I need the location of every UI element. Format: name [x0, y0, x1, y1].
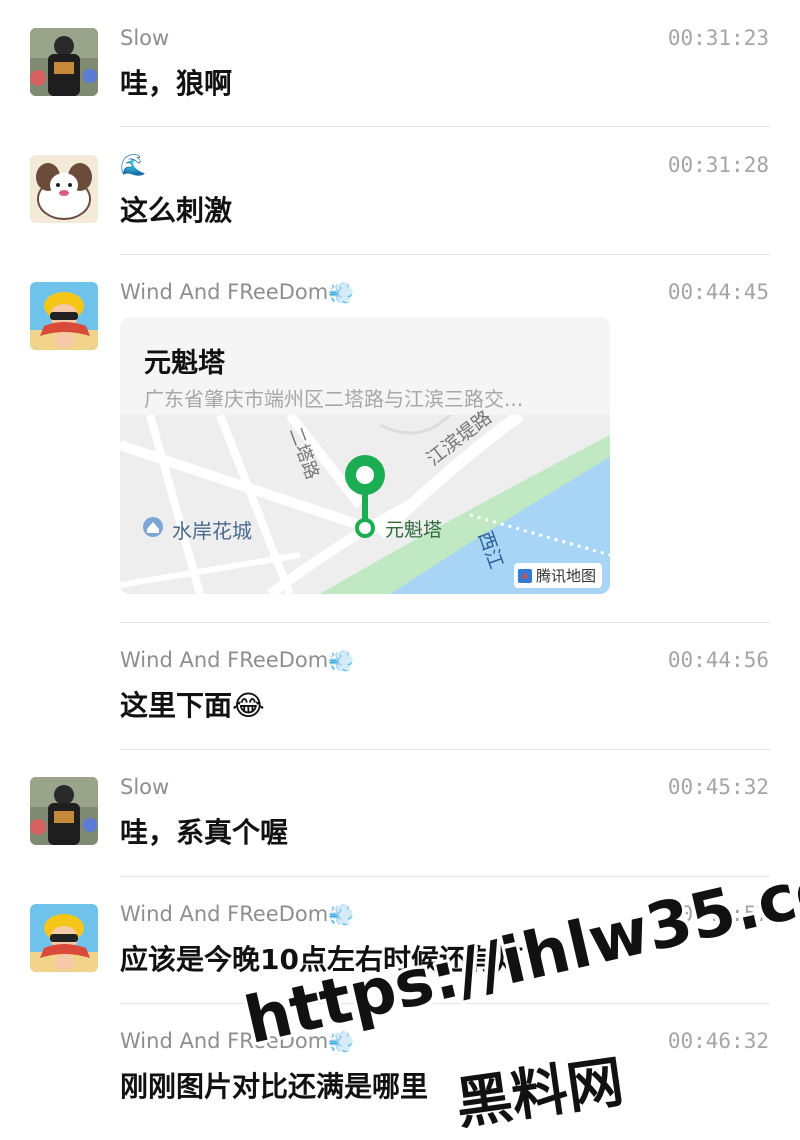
location-title: 元魁塔	[144, 348, 225, 379]
map-poi-label: 元魁塔	[385, 519, 443, 541]
message-text: 这里下面😂	[120, 689, 265, 722]
timestamp: 00:46:32	[667, 1029, 769, 1053]
map-community-label: 水岸花城	[172, 519, 252, 543]
sender-name: Wind And FReeDom💨	[120, 648, 355, 673]
avatar[interactable]	[30, 904, 98, 972]
tears-of-joy-emoji-icon: 😂	[232, 689, 265, 722]
watermark-text: 黑料网	[451, 1049, 628, 1138]
timestamp: 00:44:45	[667, 280, 769, 304]
location-card[interactable]: 元魁塔 广东省肇庆市端州区二塔路与江滨三路交... 元魁塔 水岸花城 江滨堤路 …	[120, 317, 610, 594]
timestamp: 00:44:56	[667, 648, 769, 672]
divider	[120, 254, 770, 255]
sender-name: Wind And FReeDom💨	[120, 902, 355, 927]
divider	[120, 876, 770, 877]
avatar[interactable]	[30, 282, 98, 350]
sender-name: Wind And FReeDom💨	[120, 280, 355, 305]
sender-name: Slow	[120, 26, 170, 50]
dash-emoji-icon: 💨	[328, 902, 355, 927]
avatar[interactable]	[30, 155, 98, 223]
sender-name: 🌊	[120, 153, 147, 177]
timestamp: 00:31:23	[667, 26, 769, 50]
map-preview[interactable]: 元魁塔 水岸花城 江滨堤路 二塔路 西江 腾讯地图	[120, 406, 610, 594]
divider	[120, 622, 770, 623]
compass-icon	[517, 568, 532, 583]
dash-emoji-icon: 💨	[328, 648, 355, 673]
sender-name: Slow	[120, 775, 170, 799]
dash-emoji-icon: 💨	[328, 280, 355, 305]
map-credit: 腾讯地图	[513, 563, 602, 588]
timestamp: 00:31:28	[667, 153, 769, 177]
avatar[interactable]	[30, 28, 98, 96]
message-text: 哇，狼啊	[120, 67, 233, 100]
message-text: 刚刚图片对比还满是哪里	[120, 1070, 429, 1103]
divider	[120, 749, 770, 750]
message-text: 哇，系真个喔	[120, 816, 289, 849]
timestamp: 00:45:32	[667, 775, 769, 799]
message-text: 这么刺激	[120, 194, 233, 227]
divider	[120, 126, 770, 127]
location-address: 广东省肇庆市端州区二塔路与江滨三路交...	[144, 387, 524, 411]
avatar[interactable]	[30, 777, 98, 845]
